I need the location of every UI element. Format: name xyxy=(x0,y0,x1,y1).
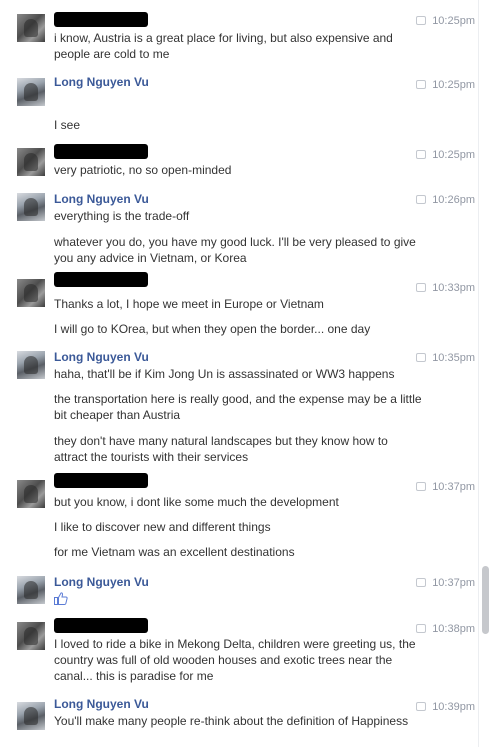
sender-name[interactable]: Long Nguyen Vu xyxy=(54,350,149,365)
message-text: they don't have many natural landscapes … xyxy=(54,434,388,464)
timestamp: 10:35pm xyxy=(416,351,475,365)
avatar[interactable] xyxy=(17,193,45,221)
timestamp: 10:25pm xyxy=(416,14,475,28)
timestamp: 10:26pm xyxy=(416,193,475,207)
avatar[interactable] xyxy=(17,622,45,650)
chat-bubble-icon xyxy=(416,482,427,491)
redacted-name xyxy=(54,618,148,633)
sender-name[interactable]: Long Nguyen Vu xyxy=(54,75,149,90)
timestamp: 10:38pm xyxy=(416,622,475,636)
chat-bubble-icon xyxy=(416,624,427,633)
redacted-name xyxy=(54,473,148,488)
message-group: Long Nguyen Vu 10:26pm everything is the… xyxy=(0,187,478,267)
message-group: 10:33pm Thanks a lot, I hope we meet in … xyxy=(0,268,478,343)
avatar[interactable] xyxy=(17,702,45,730)
message-text: Thanks a lot, I hope we meet in Europe o… xyxy=(54,297,324,311)
chat-bubble-icon xyxy=(416,578,427,587)
avatar[interactable] xyxy=(17,351,45,379)
message-group: 10:37pm but you know, i dont like some m… xyxy=(0,470,478,568)
redacted-name xyxy=(54,144,148,159)
redacted-name xyxy=(54,272,148,287)
scrollbar-thumb[interactable] xyxy=(482,566,489,634)
chat-bubble-icon xyxy=(416,195,427,204)
timestamp: 10:39pm xyxy=(416,700,475,714)
sender-name[interactable]: Long Nguyen Vu xyxy=(54,697,149,712)
timestamp: 10:37pm xyxy=(416,576,475,590)
message-group: Long Nguyen Vu 10:25pm I see xyxy=(0,70,478,140)
chat-bubble-icon xyxy=(416,16,427,25)
sender-name[interactable]: Long Nguyen Vu xyxy=(54,575,149,590)
avatar[interactable] xyxy=(17,78,45,106)
thumbs-up-icon xyxy=(54,592,68,605)
avatar[interactable] xyxy=(17,480,45,508)
chat-bubble-icon xyxy=(416,150,427,159)
message-text: very patriotic, no so open-minded xyxy=(54,163,232,177)
avatar[interactable] xyxy=(17,279,45,307)
avatar[interactable] xyxy=(17,148,45,176)
avatar[interactable] xyxy=(17,14,45,42)
sender-name[interactable]: Long Nguyen Vu xyxy=(54,192,149,207)
avatar[interactable] xyxy=(17,576,45,604)
message-text: for me Vietnam was an excellent destinat… xyxy=(54,545,295,559)
message-group: Long Nguyen Vu 10:35pm haha, that'll be … xyxy=(0,345,478,470)
message-text: I like to discover new and different thi… xyxy=(54,520,271,534)
message-text: whatever you do, you have my good luck. … xyxy=(54,235,416,265)
message-text: I loved to ride a bike in Mekong Delta, … xyxy=(54,637,416,683)
message-text: I will go to KOrea, but when they open t… xyxy=(54,322,371,336)
timestamp: 10:25pm xyxy=(416,148,475,162)
timestamp: 10:37pm xyxy=(416,480,475,494)
message-text: everything is the trade-off xyxy=(54,209,190,223)
message-text: You'll make many people re-think about t… xyxy=(54,714,409,728)
scrollbar[interactable] xyxy=(478,0,492,747)
message-group: 10:25pm very patriotic, no so open-minde… xyxy=(0,140,478,185)
message-group: 10:25pm i know, Austria is a great place… xyxy=(0,0,478,70)
chat-bubble-icon xyxy=(416,283,427,292)
timestamp: 10:33pm xyxy=(416,281,475,295)
chat-bubble-icon xyxy=(416,702,427,711)
chat-bubble-icon xyxy=(416,80,427,89)
chat-bubble-icon xyxy=(416,353,427,362)
message-group: 10:38pm I loved to ride a bike in Mekong… xyxy=(0,614,478,692)
message-group: Long Nguyen Vu 10:37pm xyxy=(0,570,478,612)
conversation-thread: 10:25pm i know, Austria is a great place… xyxy=(0,0,478,747)
message-text: but you know, i dont like some much the … xyxy=(54,495,339,509)
redacted-name xyxy=(54,12,148,27)
timestamp: 10:25pm xyxy=(416,78,475,92)
message-text: I see xyxy=(54,118,81,132)
message-group: Long Nguyen Vu 10:39pm You'll make many … xyxy=(0,694,478,747)
message-text: haha, that'll be if Kim Jong Un is assas… xyxy=(54,367,395,381)
message-text: the transportation here is really good, … xyxy=(54,392,422,422)
message-text: i know, Austria is a great place for liv… xyxy=(54,31,393,61)
